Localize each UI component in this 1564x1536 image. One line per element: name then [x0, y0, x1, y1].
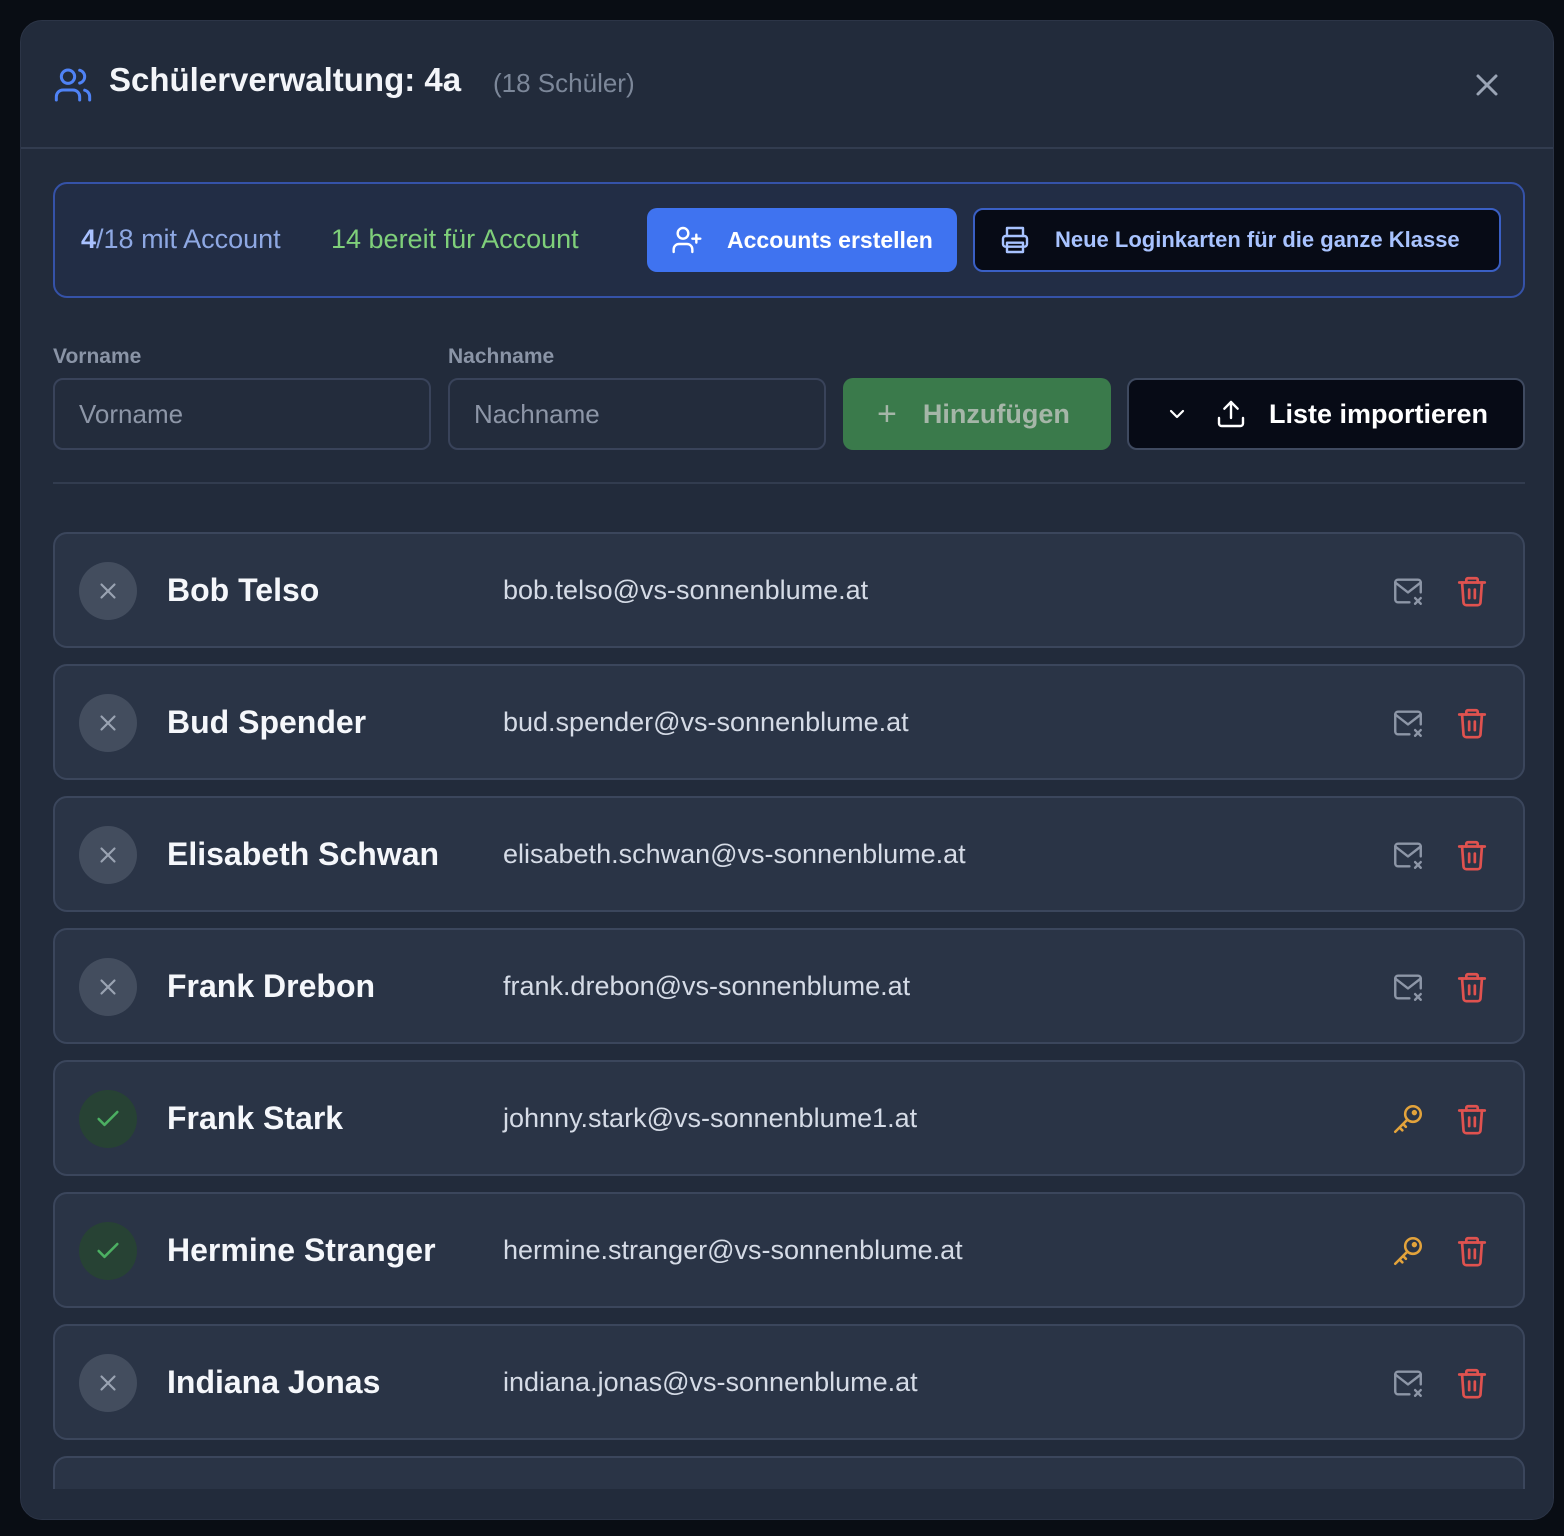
reset-password-button[interactable] — [1391, 1102, 1425, 1136]
student-list: Bob Telso bob.telso@vs-sonnenblume.at Bu… — [53, 532, 1525, 1519]
student-email: bud.spender@vs-sonnenblume.at — [503, 707, 909, 737]
users-icon — [54, 68, 92, 102]
check-icon — [97, 1242, 119, 1259]
student-email: elisabeth.schwan@vs-sonnenblume.at — [503, 839, 966, 869]
trash-icon[interactable] — [1455, 968, 1489, 1006]
student-row: Frank Stark johnny.stark@vs-sonnenblume1… — [53, 1060, 1525, 1176]
account-status — [79, 958, 137, 1016]
student-name: Frank Stark — [167, 1100, 344, 1136]
send-mail-button[interactable] — [1391, 574, 1425, 608]
mail-x-icon — [1394, 842, 1422, 869]
send-mail-button[interactable] — [1391, 838, 1425, 872]
student-email: indiana.jonas@vs-sonnenblume.at — [503, 1367, 918, 1397]
trash-icon[interactable] — [1455, 1364, 1489, 1402]
mail-x-icon — [1394, 710, 1422, 737]
student-name: Indiana Jonas — [167, 1364, 381, 1400]
page-title: Schülerverwaltung: 4a — [109, 61, 462, 98]
send-mail-button[interactable] — [1391, 1366, 1425, 1400]
divider — [53, 482, 1525, 484]
mail-x-icon — [1394, 974, 1422, 1001]
x-icon — [100, 847, 116, 863]
student-row: Indiana Jonas indiana.jonas@vs-sonnenblu… — [53, 1324, 1525, 1440]
student-name: Bob Telso — [167, 572, 320, 608]
print-login-cards-button[interactable]: Neue Loginkarten für die ganze Klasse — [973, 208, 1501, 272]
student-name: Elisabeth Schwan — [167, 836, 440, 872]
last-name-label: Nachname — [448, 345, 555, 368]
reset-password-button[interactable] — [1391, 1234, 1425, 1268]
x-icon — [100, 979, 116, 995]
user-plus-icon — [672, 226, 702, 254]
x-icon — [100, 1375, 116, 1391]
trash-icon[interactable] — [1455, 704, 1489, 742]
student-email: bob.telso@vs-sonnenblume.at — [503, 575, 869, 605]
accounts-count-number: 4 — [81, 224, 97, 254]
last-name-input[interactable] — [448, 378, 826, 450]
accounts-count-label: /18 mit Account — [96, 224, 281, 254]
chevron-down-icon[interactable] — [1165, 402, 1189, 426]
account-status — [79, 1090, 137, 1148]
mail-x-icon — [1394, 1370, 1422, 1397]
plus-icon: + — [877, 394, 897, 433]
list-clip — [21, 1489, 1553, 1519]
x-icon — [100, 583, 116, 599]
trash-icon[interactable] — [1455, 836, 1489, 874]
accounts-count: 4/18 mit Account — [81, 224, 281, 255]
printer-icon — [1001, 226, 1029, 254]
student-count: (18 Schüler) — [493, 68, 635, 98]
import-list-button[interactable]: Liste importieren — [1127, 378, 1525, 450]
student-name: Bud Spender — [167, 704, 367, 740]
account-status — [79, 1222, 137, 1280]
check-icon — [97, 1110, 119, 1127]
trash-icon[interactable] — [1455, 1100, 1489, 1138]
add-student-button[interactable]: + Hinzufügen — [843, 378, 1111, 450]
student-email: frank.drebon@vs-sonnenblume.at — [503, 971, 911, 1001]
x-icon — [100, 715, 116, 731]
import-list-label: Liste importieren — [1269, 398, 1489, 429]
key-icon — [1393, 1236, 1423, 1266]
upload-icon — [1217, 400, 1245, 428]
print-login-cards-label: Neue Loginkarten für die ganze Klasse — [1055, 227, 1460, 252]
first-name-input[interactable] — [53, 378, 431, 450]
ready-for-account: 14 bereit für Account — [331, 224, 579, 254]
account-summary-bar: 4/18 mit Account 14 bereit für Account A… — [53, 182, 1525, 298]
mail-x-icon — [1394, 578, 1422, 605]
student-name: Frank Drebon — [167, 968, 376, 1004]
account-status — [79, 1354, 137, 1412]
key-icon — [1393, 1104, 1423, 1134]
trash-icon[interactable] — [1455, 572, 1489, 610]
account-status — [79, 562, 137, 620]
student-email: hermine.stranger@vs-sonnenblume.at — [503, 1235, 963, 1265]
student-row: Bud Spender bud.spender@vs-sonnenblume.a… — [53, 664, 1525, 780]
create-accounts-button[interactable]: Accounts erstellen — [647, 208, 957, 272]
student-row: Elisabeth Schwan elisabeth.schwan@vs-son… — [53, 796, 1525, 912]
account-status — [79, 826, 137, 884]
student-row: Frank Drebon frank.drebon@vs-sonnenblume… — [53, 928, 1525, 1044]
trash-icon[interactable] — [1455, 1232, 1489, 1270]
create-accounts-label: Accounts erstellen — [727, 226, 933, 253]
student-name: Hermine Stranger — [167, 1232, 436, 1268]
account-status — [79, 694, 137, 752]
student-email: johnny.stark@vs-sonnenblume1.at — [503, 1103, 918, 1133]
add-student-label: Hinzufügen — [922, 398, 1070, 429]
student-row: Bob Telso bob.telso@vs-sonnenblume.at — [53, 532, 1525, 648]
send-mail-button[interactable] — [1391, 706, 1425, 740]
close-icon[interactable] — [1469, 67, 1505, 103]
student-management-modal: Schülerverwaltung: 4a (18 Schüler) 4/18 … — [20, 20, 1554, 1520]
first-name-label: Vorname — [53, 345, 142, 368]
modal-header: Schülerverwaltung: 4a (18 Schüler) — [21, 21, 1553, 149]
send-mail-button[interactable] — [1391, 970, 1425, 1004]
student-row: Hermine Stranger hermine.stranger@vs-son… — [53, 1192, 1525, 1308]
